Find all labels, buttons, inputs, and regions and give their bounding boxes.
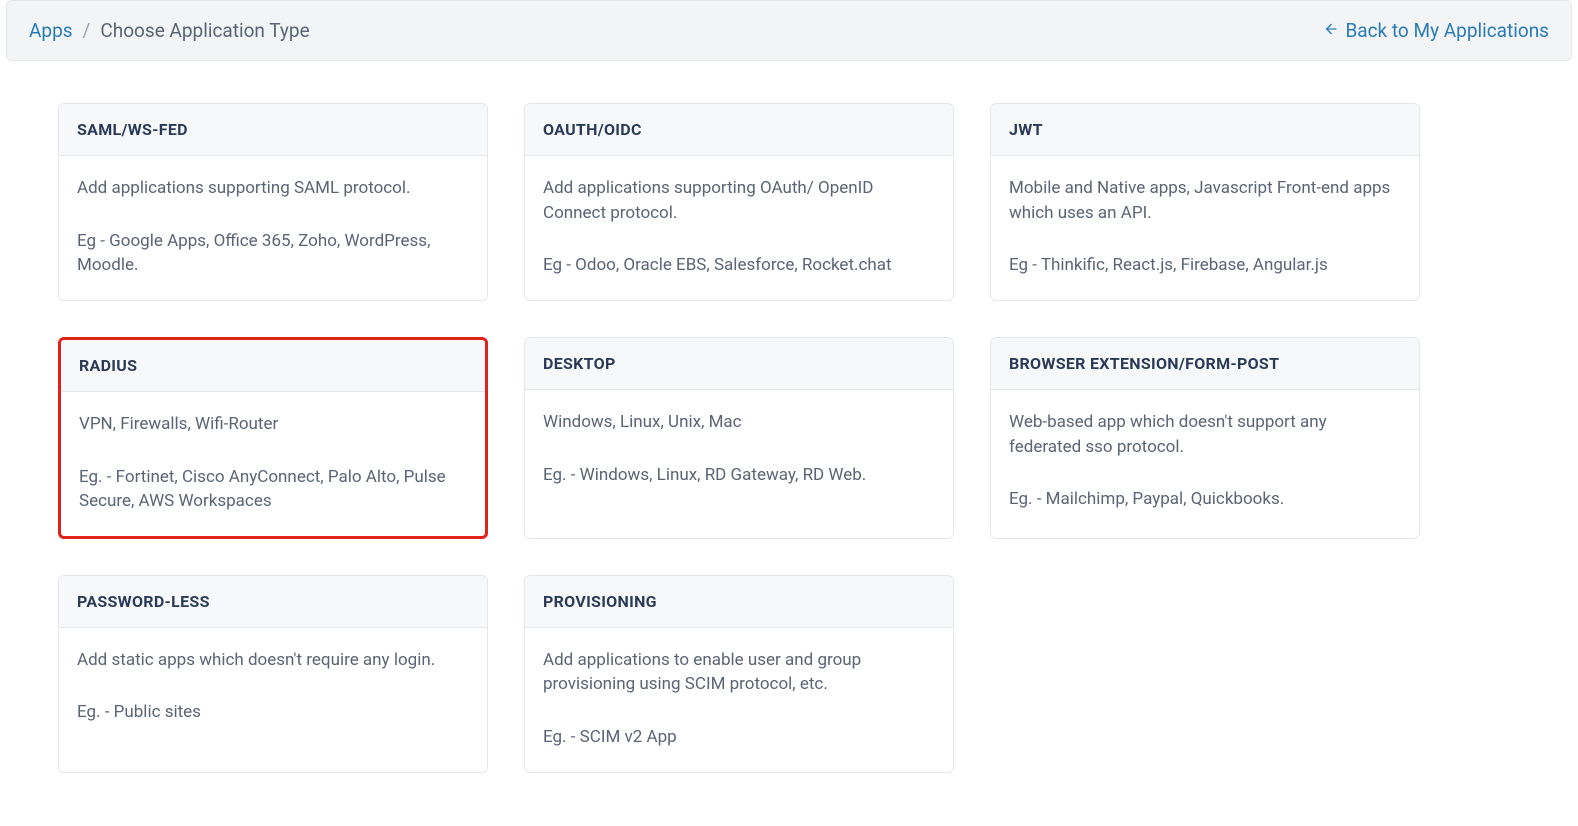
card-example: Eg. - SCIM v2 App [543, 725, 935, 750]
card-description: Mobile and Native apps, Javascript Front… [1009, 176, 1401, 225]
card-body: VPN, Firewalls, Wifi-Router Eg. - Fortine… [61, 392, 485, 536]
card-description: VPN, Firewalls, Wifi-Router [79, 412, 467, 437]
card-title: BROWSER EXTENSION/FORM-POST [991, 338, 1419, 390]
breadcrumb: Apps / Choose Application Type [29, 19, 310, 42]
app-type-card-radius[interactable]: RADIUS VPN, Firewalls, Wifi-Router Eg. - F… [58, 337, 488, 539]
card-title: SAML/WS-FED [59, 104, 487, 156]
card-description: Web-based app which doesn't support any … [1009, 410, 1401, 459]
card-example: Eg - Thinkific, React.js, Firebase, Angu… [1009, 253, 1401, 278]
card-title: OAUTH/OIDC [525, 104, 953, 156]
card-body: Add applications to enable user and grou… [525, 628, 953, 772]
app-type-card-saml-ws-fed[interactable]: SAML/WS-FED Add applications supporting S… [58, 103, 488, 301]
card-body: Add static apps which doesn't require an… [59, 628, 487, 747]
app-type-card-browser-extension-form-post[interactable]: BROWSER EXTENSION/FORM-POST Web-based app… [990, 337, 1420, 539]
breadcrumb-root-link[interactable]: Apps [29, 19, 73, 42]
card-body: Windows, Linux, Unix, Mac Eg. - Windows, … [525, 390, 953, 509]
card-body: Add applications supporting SAML protoco… [59, 156, 487, 300]
card-description: Add static apps which doesn't require an… [77, 648, 469, 673]
app-type-card-desktop[interactable]: DESKTOP Windows, Linux, Unix, Mac Eg. - Wi… [524, 337, 954, 539]
card-description: Add applications to enable user and grou… [543, 648, 935, 697]
app-type-card-oauth-oidc[interactable]: OAUTH/OIDC Add applications supporting OA… [524, 103, 954, 301]
card-example: Eg. - Mailchimp, Paypal, Quickbooks. [1009, 487, 1401, 512]
card-example: Eg. - Windows, Linux, RD Gateway, RD Web… [543, 463, 935, 488]
app-type-card-password-less[interactable]: PASSWORD-LESS Add static apps which doesn… [58, 575, 488, 773]
card-body: Web-based app which doesn't support any … [991, 390, 1419, 534]
card-example: Eg. - Public sites [77, 700, 469, 725]
card-title: PROVISIONING [525, 576, 953, 628]
content-area: SAML/WS-FED Add applications supporting S… [0, 61, 1578, 773]
back-to-applications-link[interactable]: Back to My Applications [1323, 19, 1549, 42]
arrow-left-icon [1323, 19, 1339, 42]
card-title: RADIUS [61, 340, 485, 392]
app-type-card-jwt[interactable]: JWT Mobile and Native apps, Javascript Fr… [990, 103, 1420, 301]
breadcrumb-separator: / [83, 19, 91, 42]
back-link-label: Back to My Applications [1345, 19, 1549, 42]
card-description: Windows, Linux, Unix, Mac [543, 410, 935, 435]
breadcrumb-current: Choose Application Type [100, 19, 309, 42]
card-example: Eg. - Fortinet, Cisco AnyConnect, Palo A… [79, 465, 467, 514]
card-title: DESKTOP [525, 338, 953, 390]
card-example: Eg - Odoo, Oracle EBS, Salesforce, Rocke… [543, 253, 935, 278]
card-description: Add applications supporting SAML protoco… [77, 176, 469, 201]
card-body: Add applications supporting OAuth/ OpenI… [525, 156, 953, 300]
card-description: Add applications supporting OAuth/ OpenI… [543, 176, 935, 225]
app-type-card-provisioning[interactable]: PROVISIONING Add applications to enable u… [524, 575, 954, 773]
card-body: Mobile and Native apps, Javascript Front… [991, 156, 1419, 300]
app-type-grid: SAML/WS-FED Add applications supporting S… [58, 103, 1520, 773]
card-example: Eg - Google Apps, Office 365, Zoho, Word… [77, 229, 469, 278]
card-title: JWT [991, 104, 1419, 156]
page-header: Apps / Choose Application Type Back to M… [6, 0, 1572, 61]
card-title: PASSWORD-LESS [59, 576, 487, 628]
